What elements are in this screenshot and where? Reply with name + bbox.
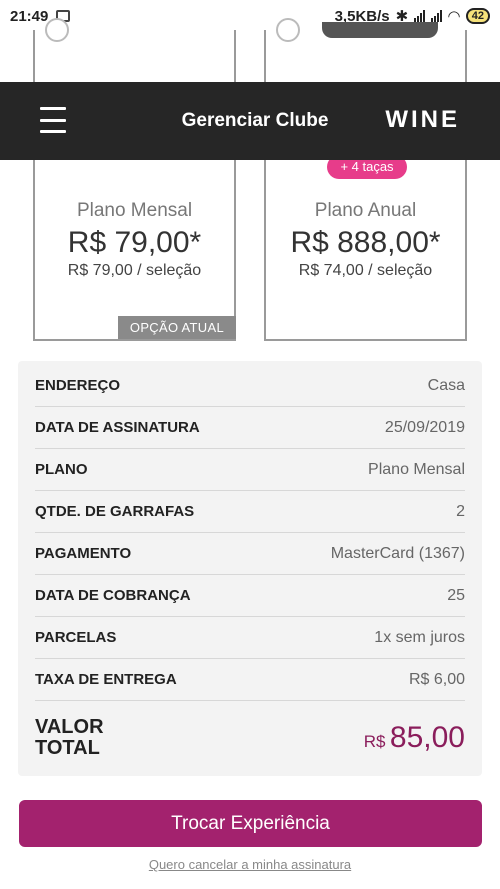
detail-row-plano: PLANO Plano Mensal bbox=[35, 449, 465, 491]
detail-value: 1x sem juros bbox=[374, 628, 465, 646]
signal-icon-2 bbox=[431, 10, 443, 22]
detail-label: TAXA DE ENTREGA bbox=[35, 671, 177, 688]
detail-value: MasterCard (1367) bbox=[330, 544, 465, 562]
signal-icon bbox=[414, 10, 426, 22]
current-option-badge: OPÇÃO ATUAL bbox=[117, 316, 236, 339]
total-amount: R$ 85,00 bbox=[364, 721, 465, 755]
detail-label: DATA DE COBRANÇA bbox=[35, 587, 191, 604]
plan-card-anual[interactable]: Plano Anual R$ 888,00* R$ 74,00 / seleçã… bbox=[264, 18, 467, 341]
plan-per-selection: R$ 79,00 / seleção bbox=[67, 262, 202, 279]
app-header: Gerenciar Clube WINE bbox=[0, 82, 500, 160]
plan-radio[interactable] bbox=[276, 18, 300, 42]
detail-value: 25/09/2019 bbox=[384, 418, 465, 436]
detail-label: DATA DE ASSINATURA bbox=[35, 419, 200, 436]
total-value: 85,00 bbox=[389, 721, 465, 754]
battery-icon: 42 bbox=[465, 8, 490, 24]
detail-value: R$ 6,00 bbox=[408, 670, 465, 688]
plan-per-selection: R$ 74,00 / seleção bbox=[298, 262, 433, 279]
status-time: 21:49 bbox=[10, 7, 49, 25]
detail-label: QTDE. DE GARRAFAS bbox=[35, 503, 195, 520]
total-row: VALOR TOTAL R$ 85,00 bbox=[35, 715, 465, 765]
detail-row-pagamento: PAGAMENTO MasterCard (1367) bbox=[35, 533, 465, 575]
change-experience-button[interactable]: Trocar Experiência bbox=[19, 800, 482, 847]
detail-label: PARCELAS bbox=[35, 629, 117, 646]
detail-row-endereco: ENDEREÇO Casa bbox=[35, 365, 465, 407]
total-label-line1: VALOR bbox=[35, 716, 104, 738]
detail-row-taxa-entrega: TAXA DE ENTREGA R$ 6,00 bbox=[35, 659, 465, 701]
total-label: VALOR TOTAL bbox=[35, 717, 104, 759]
total-label-line2: TOTAL bbox=[35, 737, 100, 759]
plan-name: Plano Mensal bbox=[76, 200, 193, 221]
plan-card-mensal[interactable]: Plano Mensal R$ 79,00* R$ 79,00 / seleçã… bbox=[33, 18, 236, 341]
wifi-icon: ◠ bbox=[448, 8, 460, 25]
subscription-details: ENDEREÇO Casa DATA DE ASSINATURA 25/09/2… bbox=[18, 361, 482, 776]
total-currency: R$ bbox=[363, 732, 386, 751]
detail-row-data-assinatura: DATA DE ASSINATURA 25/09/2019 bbox=[35, 407, 465, 449]
detail-value: 25 bbox=[447, 586, 465, 604]
detail-label: PLANO bbox=[35, 461, 88, 478]
plan-radio[interactable] bbox=[45, 18, 69, 42]
detail-label: ENDEREÇO bbox=[35, 377, 121, 394]
plan-price: R$ 79,00* bbox=[67, 226, 202, 259]
plan-price: R$ 888,00* bbox=[290, 226, 441, 259]
detail-row-garrafas: QTDE. DE GARRAFAS 2 bbox=[35, 491, 465, 533]
detail-value: Casa bbox=[427, 376, 465, 394]
plan-name: Plano Anual bbox=[314, 200, 417, 221]
detail-value: Plano Mensal bbox=[368, 460, 465, 478]
plan-top-tab bbox=[322, 22, 438, 38]
wine-logo: WINE bbox=[385, 106, 460, 133]
detail-row-cobranca: DATA DE COBRANÇA 25 bbox=[35, 575, 465, 617]
detail-row-parcelas: PARCELAS 1x sem juros bbox=[35, 617, 465, 659]
detail-value: 2 bbox=[456, 502, 465, 520]
cancel-subscription-link[interactable]: Quero cancelar a minha assinatura bbox=[0, 857, 500, 872]
detail-label: PAGAMENTO bbox=[35, 545, 132, 562]
